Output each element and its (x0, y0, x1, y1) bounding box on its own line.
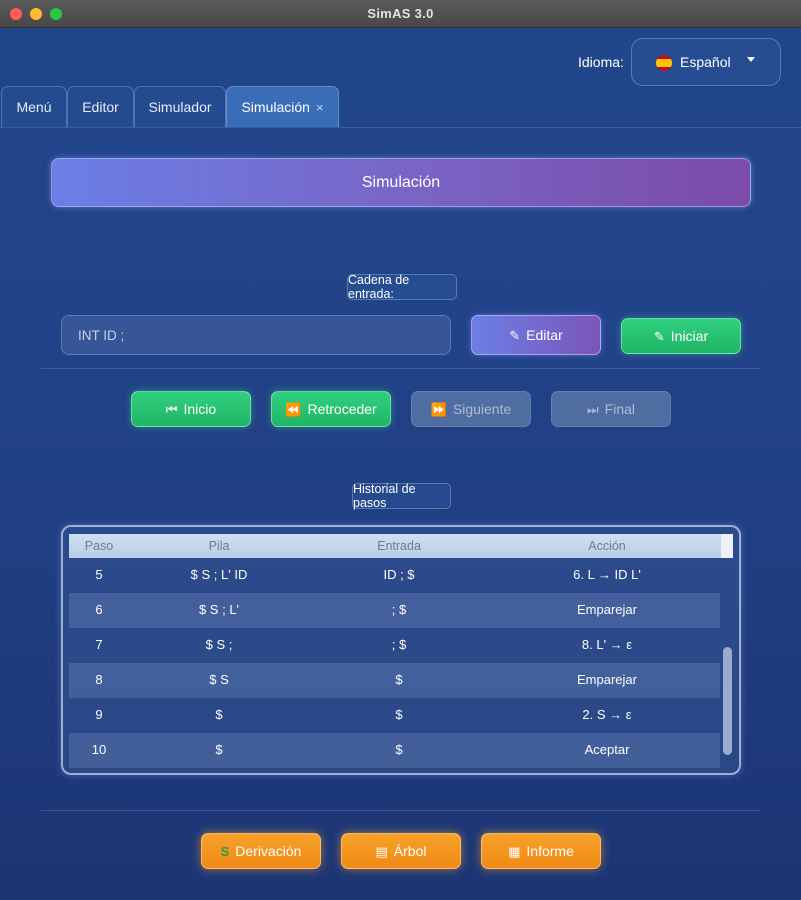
cell-paso: 7 (95, 637, 103, 652)
cell-paso: 5 (95, 567, 103, 582)
tab-label: Simulación (241, 99, 310, 115)
cell-pila: $ (215, 742, 223, 757)
language-label: Idioma: (578, 54, 624, 70)
column-header: Pila (208, 539, 230, 553)
retroceder-button[interactable]: ⏪ Retroceder (271, 391, 391, 427)
table-row[interactable]: 10 $ $ Aceptar (69, 733, 720, 768)
fast-forward-icon: ⏩ (430, 401, 447, 417)
tab-divider (0, 127, 801, 128)
table-row[interactable]: 9 $ $ 2. S → ε (69, 698, 720, 733)
skip-back-icon: ⏮ (165, 401, 178, 417)
rewind-icon: ⏪ (285, 401, 302, 417)
cell-pila: $ S ; (205, 637, 233, 652)
siguiente-button[interactable]: ⏩ Siguiente (411, 391, 531, 427)
start-button[interactable]: ✎ Iniciar (621, 318, 741, 354)
tree-label: Árbol (393, 843, 427, 859)
cell-accion: 8. L' → ε (581, 637, 633, 652)
input-string-field[interactable]: INT ID ; (61, 315, 451, 355)
tab-label: Editor (82, 99, 119, 115)
cell-entrada: ; $ (391, 602, 407, 617)
tab-label: Simulador (148, 99, 212, 115)
table-row[interactable]: 7 $ S ; ; $ 8. L' → ε (69, 628, 720, 663)
report-button[interactable]: ▦ Informe (481, 833, 601, 869)
edit-button-label: Editar (526, 327, 563, 343)
inicio-label: Inicio (183, 401, 217, 417)
cell-entrada: $ (395, 742, 403, 757)
final-label: Final (604, 401, 636, 417)
cell-entrada: $ (395, 672, 403, 687)
language-select[interactable]: Español (631, 38, 781, 86)
cell-entrada: ID ; $ (383, 567, 415, 582)
history-table: Paso Pila Entrada Acción 5 $ S ; L' ID I… (61, 525, 741, 775)
siguiente-label: Siguiente (452, 401, 512, 417)
title-bar: SimAS 3.0 (0, 0, 801, 28)
report-label: Informe (526, 843, 574, 859)
tree-button[interactable]: ▤ Árbol (341, 833, 461, 869)
cell-pila: $ S ; L' ID (190, 567, 248, 582)
tab-simulacion[interactable]: Simulación × (226, 86, 339, 127)
pencil-icon: ✎ (653, 328, 665, 344)
pencil-icon: ✎ (509, 327, 521, 343)
cell-accion: 2. S → ε (582, 707, 632, 722)
derivation-icon: S (220, 843, 230, 859)
document-icon: ▤ (375, 843, 388, 859)
chevron-down-icon (747, 57, 755, 62)
cell-accion: Emparejar (577, 602, 637, 617)
cell-entrada: ; $ (391, 637, 407, 652)
divider (41, 368, 761, 369)
cell-paso: 9 (95, 707, 103, 722)
table-row[interactable]: 6 $ S ; L' ; $ Emparejar (69, 593, 720, 628)
tab-menu[interactable]: Menú (1, 86, 67, 127)
table-row[interactable]: 5 $ S ; L' ID ID ; $ 6. L → ID L' (69, 558, 720, 593)
cell-accion: 6. L → ID L' (573, 567, 641, 582)
edit-button[interactable]: ✎ Editar (471, 315, 601, 355)
app-window: SimAS 3.0 Idioma: Español Menú Editor Si… (0, 0, 801, 900)
input-string-label: Cadena de entrada: (347, 273, 457, 301)
final-button[interactable]: ⏭ Final (551, 391, 671, 427)
scroll-corner (721, 534, 733, 558)
table-header: Paso Pila Entrada Acción (69, 534, 729, 558)
cell-accion: Aceptar (584, 742, 630, 757)
tab-label: Menú (16, 99, 52, 115)
skip-forward-icon: ⏭ (586, 401, 599, 417)
divider (41, 810, 761, 811)
start-button-label: Iniciar (670, 328, 709, 344)
cell-paso: 6 (95, 602, 103, 617)
inicio-button[interactable]: ⏮ Inicio (131, 391, 251, 427)
table-scrollbar-thumb[interactable] (723, 647, 732, 755)
column-header: Paso (84, 539, 114, 553)
page-title: Simulación (51, 158, 751, 207)
cell-paso: 10 (91, 742, 107, 757)
column-header: Entrada (377, 539, 421, 553)
column-header: Acción (588, 539, 626, 553)
retroceder-label: Retroceder (307, 401, 377, 417)
cell-pila: $ S ; L' (198, 602, 240, 617)
derivation-button[interactable]: S Derivación (201, 833, 321, 869)
report-icon: ▦ (508, 843, 521, 859)
history-label: Historial de pasos (352, 482, 451, 510)
cell-entrada: $ (395, 707, 403, 722)
language-value: Español (680, 54, 731, 70)
tab-simulador[interactable]: Simulador (134, 86, 226, 127)
derivation-label: Derivación (235, 843, 302, 859)
tab-editor[interactable]: Editor (67, 86, 134, 127)
window-title: SimAS 3.0 (367, 6, 434, 21)
spain-flag-icon (656, 55, 672, 71)
cell-pila: $ (215, 707, 223, 722)
cell-accion: Emparejar (577, 672, 637, 687)
input-string-value: INT ID ; (78, 327, 125, 343)
table-row[interactable]: 8 $ S $ Emparejar (69, 663, 720, 698)
cell-pila: $ S (209, 672, 229, 687)
tab-bar: Menú Editor Simulador Simulación × (0, 86, 801, 127)
cell-paso: 8 (95, 672, 103, 687)
tab-close-icon[interactable]: × (316, 100, 324, 115)
